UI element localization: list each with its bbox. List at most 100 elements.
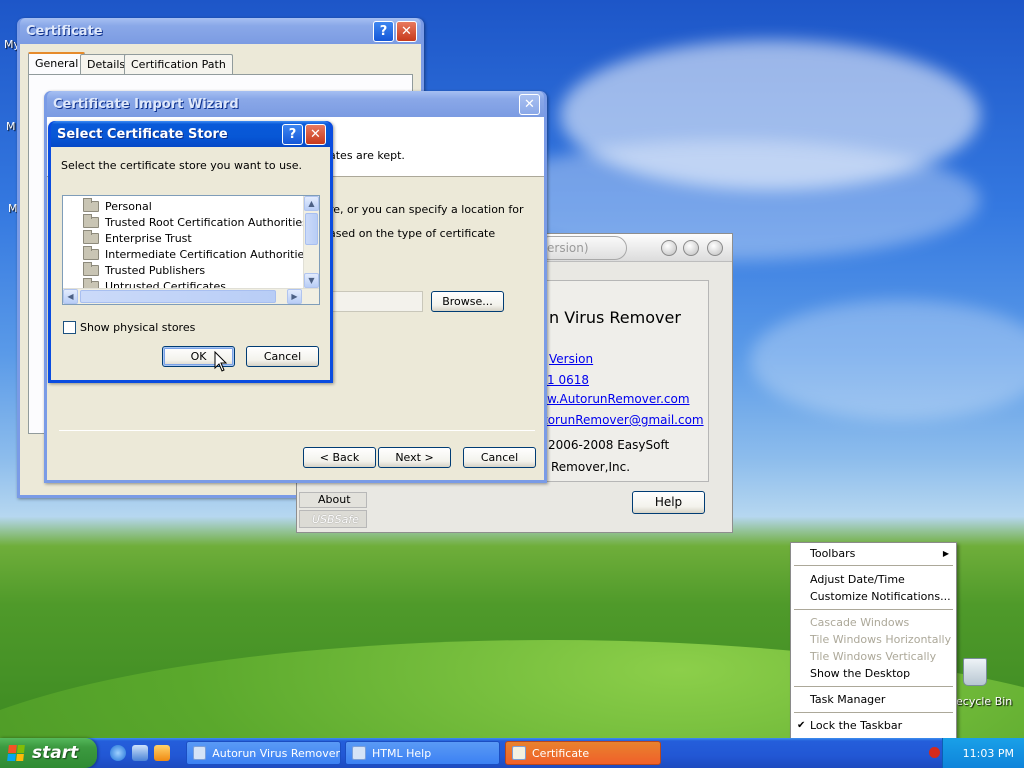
task-html-help[interactable]: HTML Help: [345, 741, 500, 765]
task-autorun-virus-remover[interactable]: Autorun Virus Remover: [186, 741, 341, 765]
show-desktop-icon[interactable]: [132, 745, 148, 761]
tab-certification-path[interactable]: Certification Path: [124, 54, 233, 74]
about-tab-label: About: [318, 493, 351, 506]
menu-item-label: Lock the Taskbar: [810, 719, 903, 732]
desktop-icon-label[interactable]: M: [6, 120, 16, 133]
scroll-right-icon[interactable]: ▶: [287, 289, 302, 304]
help-button[interactable]: ?: [282, 123, 303, 145]
internet-explorer-icon[interactable]: [110, 745, 126, 761]
help-button[interactable]: Help: [632, 491, 705, 514]
restore-button[interactable]: [683, 240, 699, 256]
store-path-field[interactable]: [327, 291, 423, 312]
scroll-thumb[interactable]: [305, 213, 318, 245]
task-label: HTML Help: [372, 746, 432, 760]
menu-item-tile-vertical[interactable]: Tile Windows Vertically: [792, 648, 955, 665]
store-tree[interactable]: Personal Trusted Root Certification Auth…: [62, 195, 320, 305]
select-store-titlebar[interactable]: Select Certificate Store ? ✕: [51, 121, 330, 147]
menu-item-adjust-datetime[interactable]: Adjust Date/Time: [792, 571, 955, 588]
taskbar-context-menu: Toolbars ▶ Adjust Date/Time Customize No…: [790, 542, 957, 752]
menu-item-customize-notifications[interactable]: Customize Notifications...: [792, 588, 955, 605]
autorun-app-icon: [193, 746, 207, 760]
wizard-text-line: re, or you can specify a location for: [329, 203, 524, 216]
menu-item-show-desktop[interactable]: Show the Desktop: [792, 665, 955, 682]
tree-item[interactable]: Personal: [83, 197, 152, 214]
certificate-titlebar[interactable]: Certificate ? ✕: [20, 18, 421, 44]
email-link[interactable]: torunRemover@gmail.com: [543, 413, 704, 427]
folder-icon: [83, 229, 99, 244]
clock[interactable]: 11:03 PM: [963, 747, 1014, 760]
menu-separator: [794, 686, 953, 687]
menu-item-lock-taskbar[interactable]: ✔ Lock the Taskbar: [792, 717, 955, 734]
app-heading: n Virus Remover: [549, 308, 681, 327]
usbsafe-tab-label: USBSafe: [312, 513, 359, 526]
menu-separator: [794, 609, 953, 610]
scroll-left-icon[interactable]: ◀: [63, 289, 78, 304]
tab-general[interactable]: General: [28, 52, 86, 74]
back-button[interactable]: < Back: [303, 447, 376, 468]
checkmark-icon: ✔: [797, 720, 806, 731]
show-physical-checkbox[interactable]: [63, 321, 76, 334]
usbsafe-tab[interactable]: USBSafe: [299, 510, 367, 528]
folder-icon: [83, 261, 99, 276]
show-physical-label[interactable]: Show physical stores: [80, 321, 195, 334]
submenu-arrow-icon: ▶: [942, 549, 949, 558]
menu-separator: [794, 565, 953, 566]
tree-item-label: Personal: [105, 199, 152, 213]
certificate-tabs: General Details Certification Path: [28, 52, 413, 74]
menu-item-tile-horizontal[interactable]: Tile Windows Horizontally: [792, 631, 955, 648]
scroll-up-icon[interactable]: ▲: [304, 196, 319, 211]
cancel-button[interactable]: Cancel: [246, 346, 319, 367]
recycle-bin-label[interactable]: ecycle Bin: [956, 695, 1012, 708]
wizard-title: Certificate Import Wizard: [53, 96, 239, 112]
tray-alert-icon[interactable]: [929, 747, 940, 758]
help-app-icon: [352, 746, 366, 760]
close-button[interactable]: ✕: [396, 20, 417, 42]
folder-icon: [83, 197, 99, 212]
menu-item-cascade[interactable]: Cascade Windows: [792, 614, 955, 631]
vertical-scrollbar[interactable]: ▲ ▼: [303, 196, 319, 288]
select-store-dialog[interactable]: Select Certificate Store ? ✕ Select the …: [48, 121, 333, 383]
close-button[interactable]: ✕: [519, 93, 540, 115]
tree-item[interactable]: Enterprise Trust: [83, 229, 192, 246]
recycle-bin-icon[interactable]: [963, 658, 987, 686]
about-tab[interactable]: About: [299, 492, 367, 508]
horizontal-scrollbar[interactable]: ◀ ▶: [63, 288, 319, 304]
wizard-text-line: ased on the type of certificate: [329, 227, 496, 240]
browse-button[interactable]: Browse...: [431, 291, 504, 312]
wizard-titlebar[interactable]: Certificate Import Wizard ✕: [47, 91, 544, 117]
next-button[interactable]: Next >: [378, 447, 451, 468]
menu-item-label: Toolbars: [810, 547, 856, 560]
folder-icon: [83, 213, 99, 228]
task-label: Autorun Virus Remover: [212, 746, 340, 760]
menu-item-toolbars[interactable]: Toolbars ▶: [792, 545, 955, 562]
tree-item[interactable]: Trusted Publishers: [83, 261, 205, 278]
menu-item-task-manager[interactable]: Task Manager: [792, 691, 955, 708]
build-link[interactable]: 1 0618: [547, 373, 589, 387]
select-store-client: Select the certificate store you want to…: [51, 147, 330, 380]
company-text: Remover,Inc.: [551, 460, 631, 474]
help-button[interactable]: ?: [373, 20, 394, 42]
scroll-down-icon[interactable]: ▼: [304, 273, 319, 288]
start-label: start: [32, 743, 79, 763]
website-link[interactable]: w.AutorunRemover.com: [547, 392, 690, 406]
start-button[interactable]: start: [0, 738, 97, 768]
select-store-title: Select Certificate Store: [57, 126, 228, 142]
task-certificate[interactable]: Certificate: [505, 741, 661, 765]
tree-item-label: Enterprise Trust: [105, 231, 192, 245]
tree-item-label: Trusted Root Certification Authorities: [105, 215, 308, 229]
close-button[interactable]: ✕: [305, 123, 326, 145]
cancel-button[interactable]: Cancel: [463, 447, 536, 468]
menu-separator: [794, 712, 953, 713]
media-player-icon[interactable]: [154, 745, 170, 761]
minimize-button[interactable]: [661, 240, 677, 256]
mouse-cursor-icon: [214, 351, 228, 372]
tree-item[interactable]: Trusted Root Certification Authorities: [83, 213, 308, 230]
certificate-app-icon: [512, 746, 526, 760]
close-button[interactable]: [707, 240, 723, 256]
task-label: Certificate: [532, 746, 590, 760]
scroll-thumb[interactable]: [80, 290, 276, 303]
folder-icon: [83, 245, 99, 260]
tree-item[interactable]: Intermediate Certification Authorities: [83, 245, 310, 262]
version-link[interactable]: Version: [549, 352, 593, 366]
wizard-text-line: ates are kept.: [329, 149, 405, 162]
